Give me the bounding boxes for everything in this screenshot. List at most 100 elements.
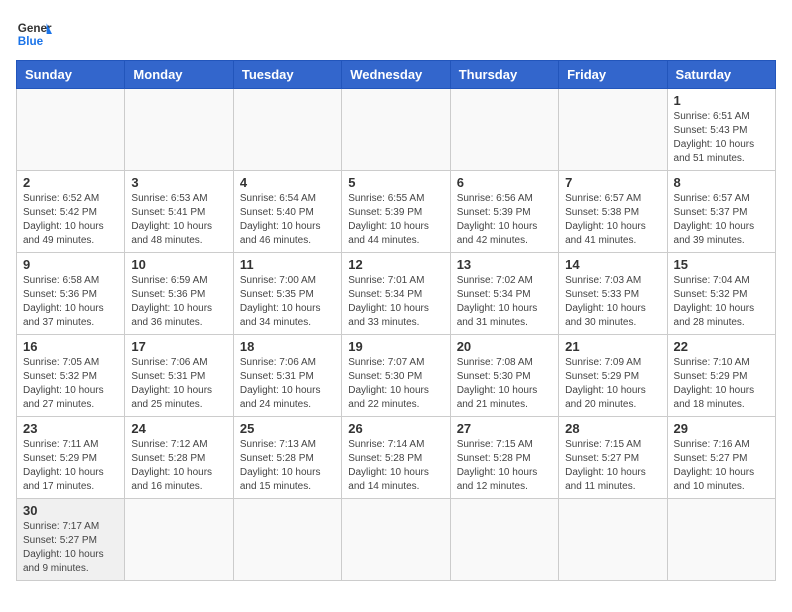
weekday-header-friday: Friday [559, 61, 667, 89]
calendar-table: SundayMondayTuesdayWednesdayThursdayFrid… [16, 60, 776, 581]
day-number: 22 [674, 339, 769, 354]
day-info: Sunrise: 6:56 AMSunset: 5:39 PMDaylight:… [457, 192, 552, 248]
day-info: Sunrise: 6:59 AMSunset: 5:36 PMDaylight:… [131, 274, 226, 330]
day-number: 9 [23, 257, 118, 272]
calendar-row: 9 Sunrise: 6:58 AMSunset: 5:36 PMDaylight… [17, 253, 776, 335]
day-info: Sunrise: 6:58 AMSunset: 5:36 PMDaylight:… [23, 274, 118, 330]
calendar-cell [450, 499, 558, 581]
calendar-cell: 11Sunrise: 7:00 AMSunset: 5:35 PMDayligh… [233, 253, 341, 335]
calendar-cell: 27 Sunrise: 7:15 AMSunset: 5:28 PMDayligh… [450, 417, 558, 499]
day-info: Sunrise: 7:08 AMSunset: 5:30 PMDaylight:… [457, 356, 552, 412]
calendar-row: 2 Sunrise: 6:52 AMSunset: 5:42 PMDaylight… [17, 171, 776, 253]
calendar-cell: 19 Sunrise: 7:07 AMSunset: 5:30 PMDayligh… [342, 335, 450, 417]
calendar-cell: 5Sunrise: 6:55 AMSunset: 5:39 PMDaylight… [342, 171, 450, 253]
weekday-header-tuesday: Tuesday [233, 61, 341, 89]
calendar-cell [125, 89, 233, 171]
calendar-cell: 13 Sunrise: 7:02 AMSunset: 5:34 PMDayligh… [450, 253, 558, 335]
day-info: Sunrise: 7:06 AMSunset: 5:31 PMDaylight:… [131, 356, 226, 412]
calendar-cell [233, 499, 341, 581]
day-info: Sunrise: 7:15 AMSunset: 5:27 PMDaylight:… [565, 438, 660, 494]
calendar-cell: 6 Sunrise: 6:56 AMSunset: 5:39 PMDaylight… [450, 171, 558, 253]
calendar-cell: 1 Sunrise: 6:51 AMSunset: 5:43 PMDaylight… [667, 89, 775, 171]
day-info: Sunrise: 7:16 AMSunset: 5:27 PMDaylight:… [674, 438, 769, 494]
day-number: 13 [457, 257, 552, 272]
calendar-cell [125, 499, 233, 581]
calendar-cell: 25 Sunrise: 7:13 AMSunset: 5:28 PMDayligh… [233, 417, 341, 499]
calendar-cell [450, 89, 558, 171]
day-number: 18 [240, 339, 335, 354]
day-info: Sunrise: 7:11 AMSunset: 5:29 PMDaylight:… [23, 438, 118, 494]
page-header: General Blue [16, 16, 776, 52]
day-info: Sunrise: 6:52 AMSunset: 5:42 PMDaylight:… [23, 192, 118, 248]
day-number: 15 [674, 257, 769, 272]
day-number: 14 [565, 257, 660, 272]
day-info: Sunrise: 7:07 AMSunset: 5:30 PMDaylight:… [348, 356, 443, 412]
day-info: Sunrise: 7:00 AMSunset: 5:35 PMDaylight:… [240, 274, 335, 330]
calendar-cell: 26Sunrise: 7:14 AMSunset: 5:28 PMDayligh… [342, 417, 450, 499]
calendar-row: 1 Sunrise: 6:51 AMSunset: 5:43 PMDaylight… [17, 89, 776, 171]
day-number: 19 [348, 339, 443, 354]
day-number: 27 [457, 421, 552, 436]
calendar-cell: 20 Sunrise: 7:08 AMSunset: 5:30 PMDayligh… [450, 335, 558, 417]
day-number: 10 [131, 257, 226, 272]
day-info: Sunrise: 7:12 AMSunset: 5:28 PMDaylight:… [131, 438, 226, 494]
day-info: Sunrise: 7:06 AMSunset: 5:31 PMDaylight:… [240, 356, 335, 412]
day-number: 1 [674, 93, 769, 108]
day-number: 7 [565, 175, 660, 190]
calendar-cell: 4 Sunrise: 6:54 AMSunset: 5:40 PMDaylight… [233, 171, 341, 253]
calendar-cell [17, 89, 125, 171]
day-number: 12 [348, 257, 443, 272]
day-info: Sunrise: 6:53 AMSunset: 5:41 PMDaylight:… [131, 192, 226, 248]
day-number: 25 [240, 421, 335, 436]
logo-icon: General Blue [16, 16, 52, 52]
day-number: 21 [565, 339, 660, 354]
day-number: 24 [131, 421, 226, 436]
weekday-header-wednesday: Wednesday [342, 61, 450, 89]
day-info: Sunrise: 6:57 AMSunset: 5:38 PMDaylight:… [565, 192, 660, 248]
day-number: 2 [23, 175, 118, 190]
weekday-header-row: SundayMondayTuesdayWednesdayThursdayFrid… [17, 61, 776, 89]
calendar-cell: 18 Sunrise: 7:06 AMSunset: 5:31 PMDayligh… [233, 335, 341, 417]
day-info: Sunrise: 6:55 AMSunset: 5:39 PMDaylight:… [348, 192, 443, 248]
day-number: 16 [23, 339, 118, 354]
day-number: 23 [23, 421, 118, 436]
logo: General Blue [16, 16, 52, 52]
calendar-cell: 10 Sunrise: 6:59 AMSunset: 5:36 PMDayligh… [125, 253, 233, 335]
day-info: Sunrise: 7:10 AMSunset: 5:29 PMDaylight:… [674, 356, 769, 412]
calendar-row: 23 Sunrise: 7:11 AMSunset: 5:29 PMDayligh… [17, 417, 776, 499]
calendar-cell: 15Sunrise: 7:04 AMSunset: 5:32 PMDayligh… [667, 253, 775, 335]
day-number: 28 [565, 421, 660, 436]
calendar-cell: 30Sunrise: 7:17 AMSunset: 5:27 PMDayligh… [17, 499, 125, 581]
calendar-cell: 17 Sunrise: 7:06 AMSunset: 5:31 PMDayligh… [125, 335, 233, 417]
day-info: Sunrise: 7:15 AMSunset: 5:28 PMDaylight:… [457, 438, 552, 494]
day-info: Sunrise: 6:57 AMSunset: 5:37 PMDaylight:… [674, 192, 769, 248]
calendar-cell: 12Sunrise: 7:01 AMSunset: 5:34 PMDayligh… [342, 253, 450, 335]
calendar-cell [559, 499, 667, 581]
calendar-cell: 9 Sunrise: 6:58 AMSunset: 5:36 PMDaylight… [17, 253, 125, 335]
day-info: Sunrise: 7:09 AMSunset: 5:29 PMDaylight:… [565, 356, 660, 412]
calendar-cell: 24 Sunrise: 7:12 AMSunset: 5:28 PMDayligh… [125, 417, 233, 499]
day-number: 20 [457, 339, 552, 354]
day-info: Sunrise: 7:14 AMSunset: 5:28 PMDaylight:… [348, 438, 443, 494]
day-info: Sunrise: 6:51 AMSunset: 5:43 PMDaylight:… [674, 110, 769, 166]
calendar-cell [342, 499, 450, 581]
day-number: 29 [674, 421, 769, 436]
day-info: Sunrise: 7:13 AMSunset: 5:28 PMDaylight:… [240, 438, 335, 494]
weekday-header-sunday: Sunday [17, 61, 125, 89]
calendar-row: 16 Sunrise: 7:05 AMSunset: 5:32 PMDayligh… [17, 335, 776, 417]
day-info: Sunrise: 7:02 AMSunset: 5:34 PMDaylight:… [457, 274, 552, 330]
weekday-header-monday: Monday [125, 61, 233, 89]
calendar-cell: 14Sunrise: 7:03 AMSunset: 5:33 PMDayligh… [559, 253, 667, 335]
day-number: 4 [240, 175, 335, 190]
calendar-cell [233, 89, 341, 171]
calendar-cell: 8Sunrise: 6:57 AMSunset: 5:37 PMDaylight… [667, 171, 775, 253]
day-number: 6 [457, 175, 552, 190]
calendar-cell: 16 Sunrise: 7:05 AMSunset: 5:32 PMDayligh… [17, 335, 125, 417]
day-info: Sunrise: 7:05 AMSunset: 5:32 PMDaylight:… [23, 356, 118, 412]
day-number: 17 [131, 339, 226, 354]
day-info: Sunrise: 6:54 AMSunset: 5:40 PMDaylight:… [240, 192, 335, 248]
weekday-header-thursday: Thursday [450, 61, 558, 89]
calendar-cell [559, 89, 667, 171]
day-number: 3 [131, 175, 226, 190]
calendar-row: 30Sunrise: 7:17 AMSunset: 5:27 PMDayligh… [17, 499, 776, 581]
